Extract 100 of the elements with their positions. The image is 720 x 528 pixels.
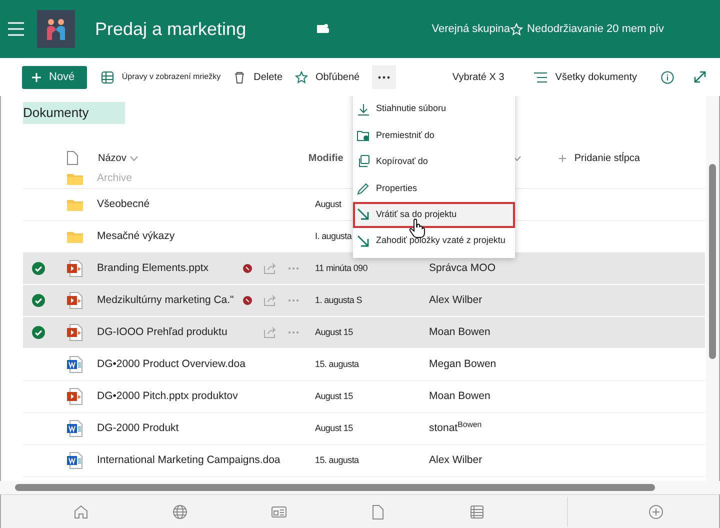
folder-icon <box>67 173 83 185</box>
more-icon[interactable] <box>288 331 299 334</box>
file-row[interactable]: DG-2000 Produkt August 15 stonat$^{Bowen}$ <box>23 413 705 445</box>
star-icon <box>294 70 308 84</box>
modified-date: 11 minúta 090 <box>315 262 368 273</box>
menu-item[interactable]: Properties <box>353 175 515 202</box>
menu-item[interactable]: Vrátiť sa do projektu <box>353 202 515 228</box>
modified-date: I. augusta <box>315 230 352 241</box>
alert-icon <box>243 264 252 273</box>
news-icon <box>270 504 286 520</box>
globe-icon <box>172 504 188 520</box>
file-name[interactable]: Všeobecné <box>97 196 150 212</box>
check-circle-icon[interactable] <box>32 326 44 339</box>
modified-date: 15. augusta <box>315 454 359 465</box>
chevron-down-icon[interactable] <box>513 156 522 160</box>
arrow-down-right-icon <box>357 234 370 248</box>
pencil-icon <box>357 182 370 195</box>
file-name[interactable]: Branding Elements.pptx <box>97 260 208 276</box>
copy-icon <box>357 155 370 168</box>
document-icon <box>370 504 386 520</box>
word-file-icon <box>67 356 83 373</box>
modified-by: Megan Bowen <box>429 358 496 370</box>
more-icon <box>378 76 390 78</box>
modified-date: August 15 <box>315 422 353 433</box>
expand-icon[interactable] <box>694 71 706 83</box>
presentation-file-icon <box>67 324 83 341</box>
move-to-folder-icon <box>357 129 370 142</box>
file-name[interactable]: International Marketing Campaigns.doa <box>97 452 280 468</box>
star-icon[interactable] <box>510 22 524 36</box>
modified-column-header[interactable]: Modifie <box>308 150 344 166</box>
favorite-button[interactable]: Obľúbené <box>290 70 364 84</box>
modified-by: Alex Wilber <box>429 454 482 466</box>
grid-edit-button[interactable]: Úpravy v zobrazení mriežky <box>96 70 225 84</box>
presentation-file-icon <box>67 260 83 277</box>
selection-count: Vybraté X 3 <box>452 70 504 84</box>
file-name[interactable]: Medzikultúrny marketing Ca." <box>97 292 234 308</box>
file-row[interactable]: Branding Elements.pptx 11 minúta 090 Správca MOO <box>23 253 705 285</box>
plus-circle-icon <box>648 504 664 520</box>
file-row[interactable]: DG•2000 Product Overview.doa 15. augusta Megan Bowen <box>23 349 705 381</box>
alert-icon <box>243 296 252 305</box>
file-row[interactable]: DG•2000 Pitch.pptx produktov August 15 Moan Bowen <box>23 381 705 413</box>
presentation-file-icon <box>67 292 83 309</box>
hand-cursor-icon <box>409 218 425 238</box>
plus-icon <box>559 154 566 162</box>
modified-date: 15. augusta <box>315 358 359 369</box>
name-column-header[interactable]: Názov <box>94 150 142 166</box>
presentation-file-icon <box>67 388 83 405</box>
menu-item[interactable]: Kopírovať do <box>353 148 515 176</box>
download-icon <box>357 102 370 116</box>
file-name[interactable]: DG-2000 Produkt <box>97 420 179 436</box>
plus-icon <box>32 72 41 82</box>
modified-date: August 15 <box>315 326 353 337</box>
trash-icon <box>232 70 246 84</box>
file-row[interactable]: DG-IOOO Prehľad produktu August 15 Moan Bowen <box>23 317 705 349</box>
grid-icon <box>100 70 114 84</box>
word-file-icon <box>67 452 83 469</box>
word-file-icon <box>67 420 83 437</box>
more-button[interactable] <box>372 65 396 89</box>
library-title: Dokumenty <box>23 102 125 124</box>
add-column-button[interactable]: Pridanie stĺpca <box>555 150 644 166</box>
check-circle-icon[interactable] <box>32 262 44 275</box>
share-icon[interactable] <box>264 295 276 306</box>
horizontal-scrollbar[interactable] <box>0 481 720 494</box>
modified-by: stonat$^{Bowen}$ <box>429 422 482 434</box>
modified-date: 1. augusta S <box>315 294 362 305</box>
more-icon[interactable] <box>288 267 299 270</box>
site-title: Predaj a marketing <box>95 18 246 41</box>
modified-by: Správca MOO <box>429 262 496 274</box>
follow-label[interactable]: Nedodržiavanie 20 mem pív <box>527 20 664 38</box>
chevron-down-icon <box>130 156 138 160</box>
menu-item[interactable]: Premiestniť do <box>353 122 515 149</box>
info-icon[interactable] <box>661 70 674 84</box>
modified-by: Moan Bowen <box>429 326 490 338</box>
group-type-label: Verejná skupina <box>432 22 510 37</box>
file-row[interactable]: Medzikultúrny marketing Ca." 1. augusta S Alex Wilber <box>23 285 705 317</box>
check-circle-icon[interactable] <box>32 294 44 307</box>
file-name[interactable]: DG•2000 Pitch.pptx produktov <box>97 388 238 404</box>
folder-icon <box>67 230 83 242</box>
folder-icon <box>67 198 83 210</box>
modified-by: Moan Bowen <box>429 390 490 402</box>
menu-item[interactable]: Stiahnutie súboru <box>353 96 515 122</box>
menu-icon[interactable] <box>8 22 24 36</box>
modified-by: Alex Wilber <box>429 294 482 306</box>
view-button[interactable]: Všetky dokumenty <box>530 70 641 84</box>
file-name[interactable]: DG-IOOO Prehľad produktu <box>97 324 228 340</box>
delete-button[interactable]: Delete <box>228 70 286 84</box>
home-icon <box>72 504 88 520</box>
file-row[interactable]: International Marketing Campaigns.doa 15. augusta Alex Wilber <box>23 445 705 477</box>
modified-date: August 15 <box>315 390 353 401</box>
more-icon[interactable] <box>288 299 299 302</box>
file-name[interactable]: DG•2000 Product Overview.doa <box>97 356 246 372</box>
new-button[interactable]: Nové <box>22 66 87 88</box>
menu-item[interactable]: Zahodiť položky vzaté z projektu <box>353 228 515 254</box>
arrow-down-right-icon <box>357 208 370 222</box>
list-icon <box>468 504 484 520</box>
file-icon <box>67 151 78 165</box>
share-icon[interactable] <box>264 263 276 274</box>
share-icon[interactable] <box>264 327 276 338</box>
file-name[interactable]: Mesačné výkazy <box>97 228 175 244</box>
vertical-scrollbar[interactable] <box>706 96 719 481</box>
